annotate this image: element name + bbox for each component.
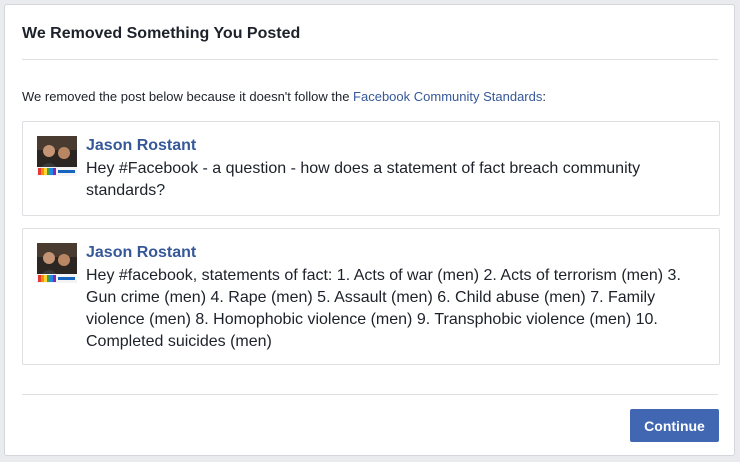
- post-text: Hey #Facebook - a question - how does a …: [86, 160, 641, 199]
- dialog-title: We Removed Something You Posted: [22, 25, 301, 42]
- header-divider: [22, 59, 718, 60]
- removed-post-dialog: We Removed Something You Posted We remov…: [4, 4, 735, 456]
- post-author-name[interactable]: Jason Rostant: [86, 137, 196, 155]
- intro-suffix: :: [542, 89, 546, 104]
- footer-divider: [22, 394, 718, 395]
- removed-post-card: Jason Rostant Hey #facebook, statements …: [22, 228, 720, 365]
- post-author-name[interactable]: Jason Rostant: [86, 244, 196, 262]
- avatar-image: [37, 136, 77, 176]
- community-standards-link[interactable]: Facebook Community Standards: [353, 89, 542, 104]
- intro-prefix: We removed the post below because it doe…: [22, 89, 354, 104]
- intro-text: We removed the post below because it doe…: [22, 89, 546, 104]
- post-text: Hey #facebook, statements of fact: 1. Ac…: [86, 267, 681, 350]
- removed-post-card: Jason Rostant Hey #Facebook - a question…: [22, 121, 720, 216]
- avatar[interactable]: [37, 243, 77, 283]
- continue-button[interactable]: Continue: [630, 409, 719, 442]
- avatar-image: [37, 243, 77, 283]
- avatar[interactable]: [37, 136, 77, 176]
